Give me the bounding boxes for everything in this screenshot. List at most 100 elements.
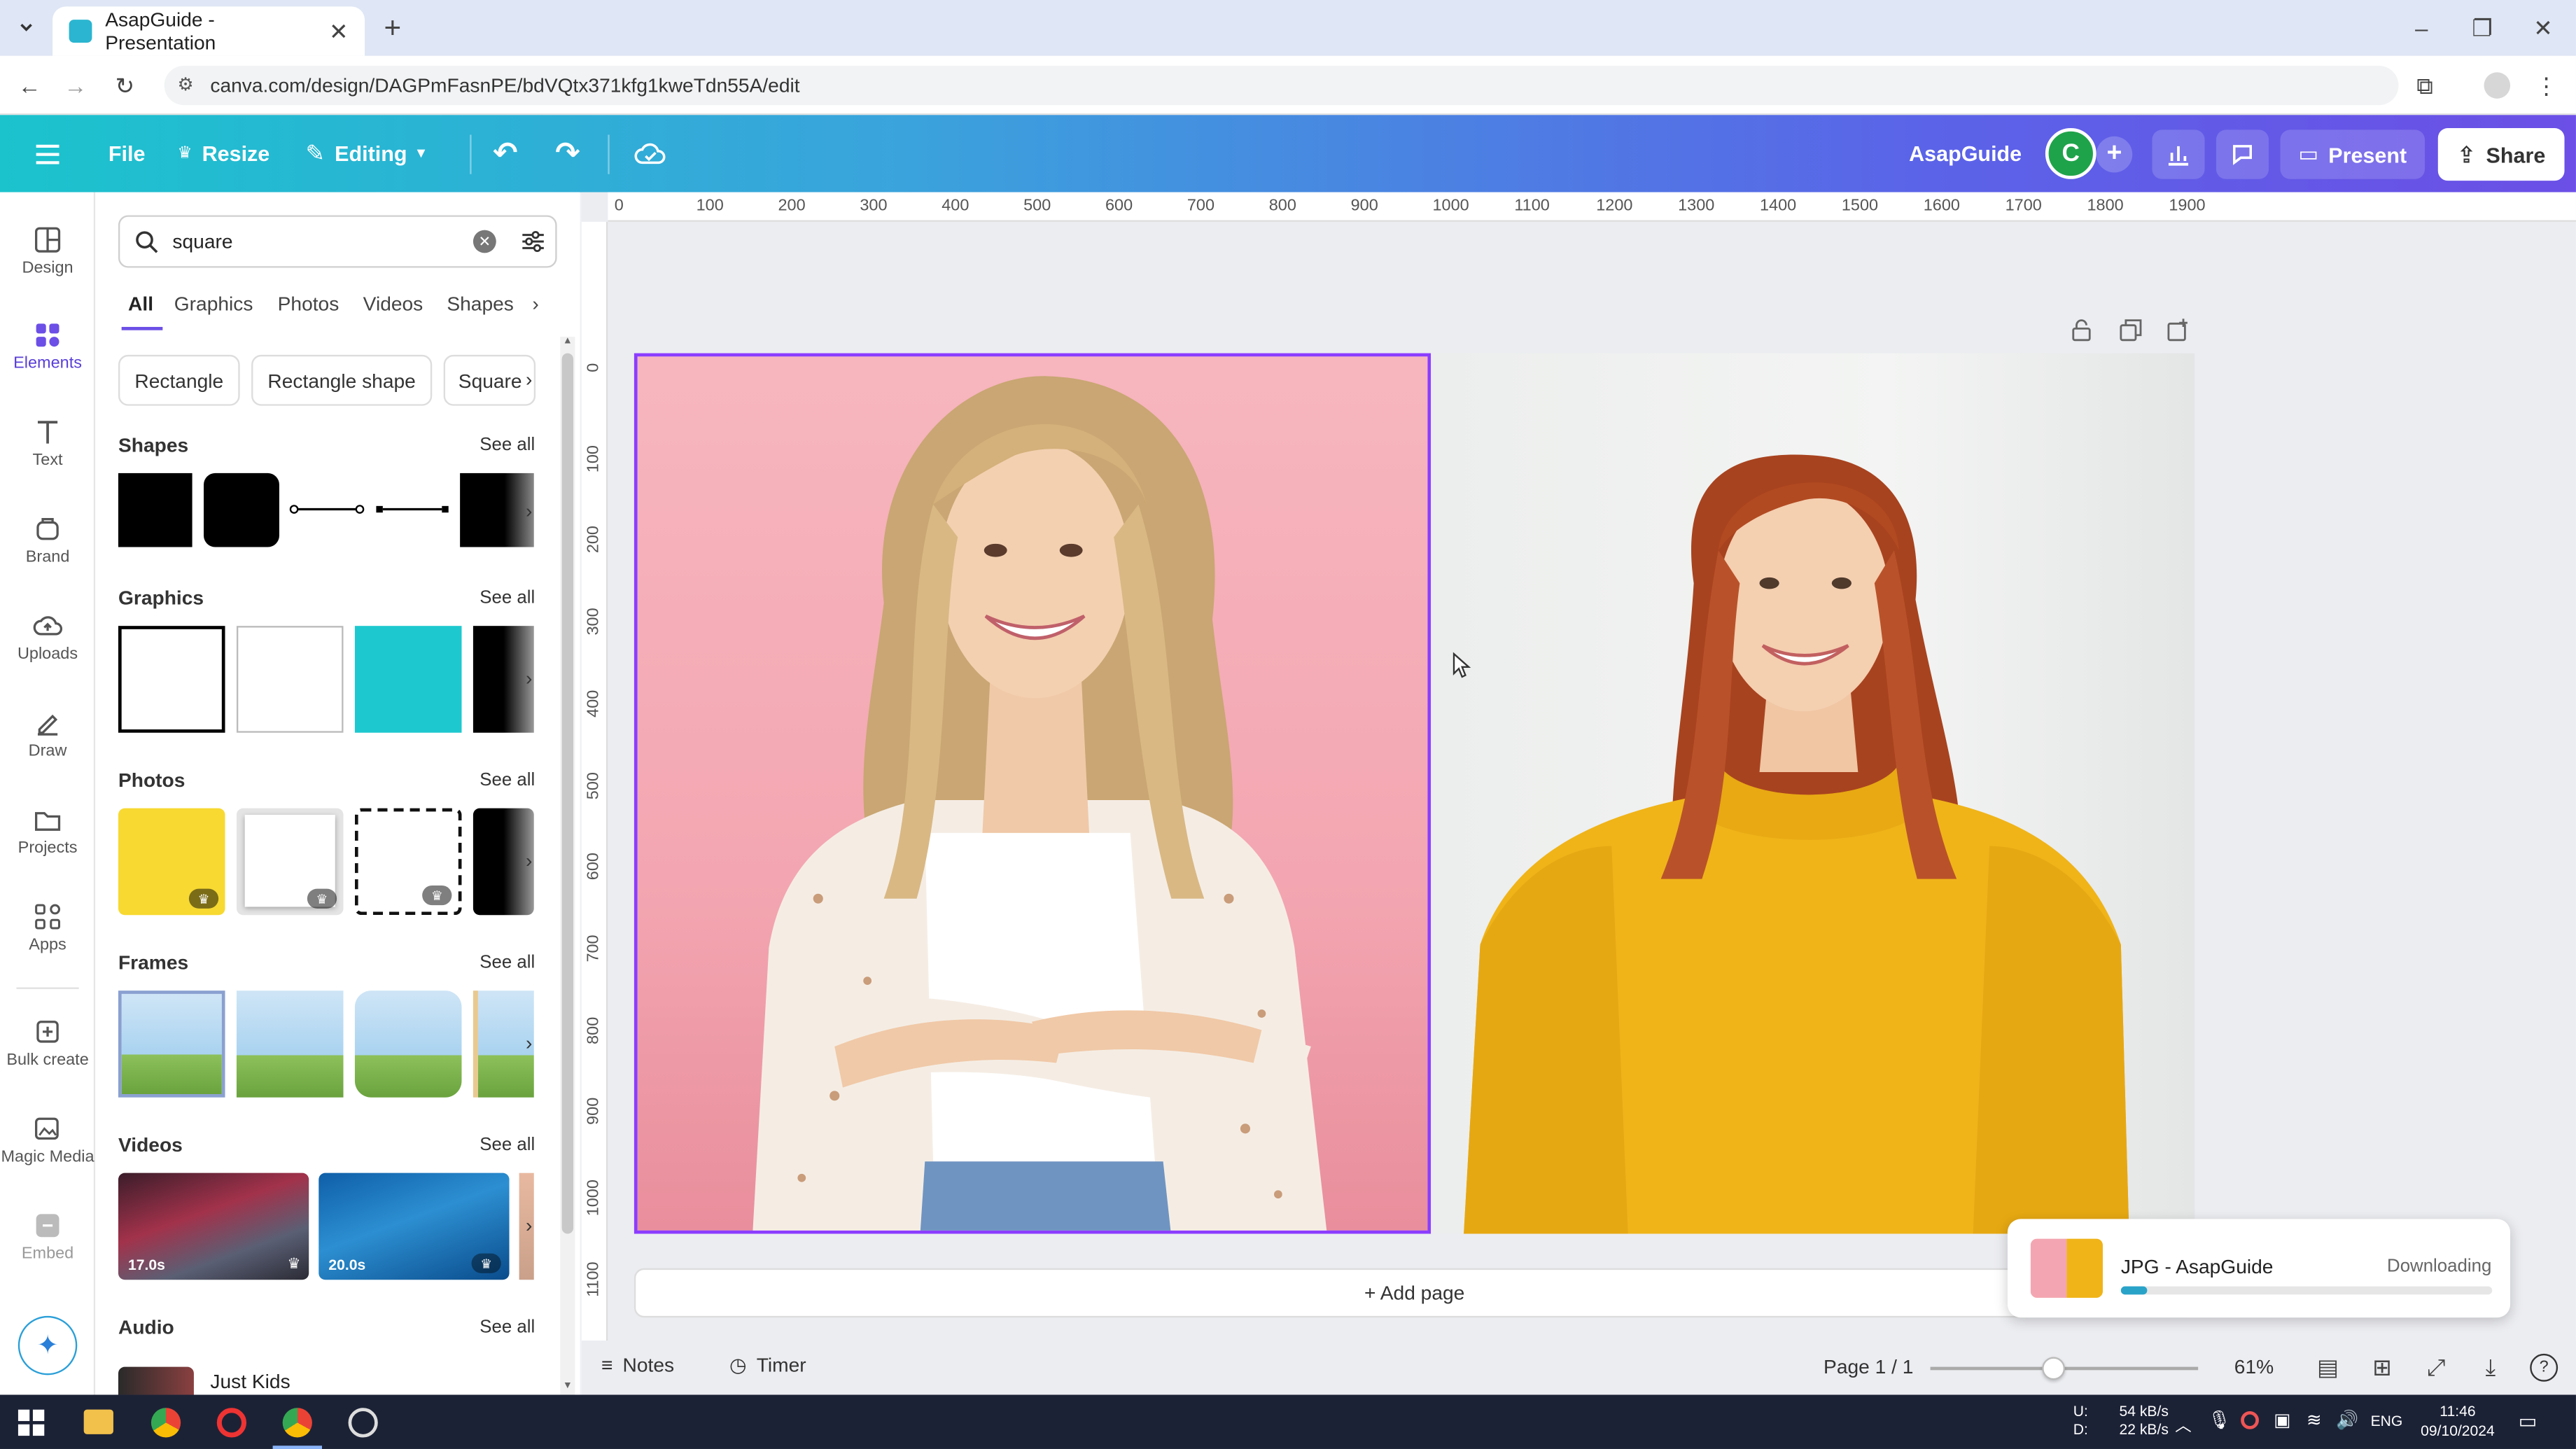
see-all-videos[interactable]: See all xyxy=(479,1135,535,1155)
panel-scrollbar-thumb[interactable] xyxy=(561,353,574,1234)
rail-text[interactable]: Text xyxy=(0,417,95,470)
language-indicator[interactable]: ENG xyxy=(2371,1413,2403,1429)
add-page-icon[interactable] xyxy=(2165,317,2192,344)
tab-graphics[interactable]: Graphics xyxy=(174,293,253,316)
see-all-shapes[interactable]: See all xyxy=(479,435,535,455)
photo-yellow-square[interactable]: ♛ xyxy=(118,808,225,916)
shape-square[interactable] xyxy=(118,472,192,547)
audio-track-title[interactable]: Just Kids xyxy=(210,1370,290,1393)
scroll-down-icon[interactable]: ▼ xyxy=(560,1382,575,1395)
photo-torn-paper[interactable]: ♛ xyxy=(354,808,462,916)
tab-list-chevron-icon[interactable] xyxy=(13,15,40,41)
see-all-frames[interactable]: See all xyxy=(479,953,535,972)
microphone-icon[interactable]: 🎙 xyxy=(2208,1410,2231,1431)
reload-icon[interactable]: ↻ xyxy=(112,71,139,99)
forward-icon[interactable]: → xyxy=(62,72,89,99)
opera-icon[interactable] xyxy=(216,1408,247,1438)
close-tab-icon[interactable]: ✕ xyxy=(329,18,349,46)
editing-mode-button[interactable]: ✎ Editing ▾ xyxy=(306,115,426,192)
help-icon[interactable]: ? xyxy=(2530,1353,2558,1382)
rail-projects[interactable]: Projects xyxy=(0,805,95,858)
shape-rounded-square[interactable] xyxy=(204,472,279,547)
video-city-rain[interactable]: 17.0s ♛ xyxy=(118,1172,309,1280)
minimize-icon[interactable]: – xyxy=(2409,15,2435,41)
cloud-save-icon[interactable] xyxy=(634,115,667,192)
notifications-icon[interactable]: ▭ xyxy=(2519,1410,2538,1433)
rail-embed[interactable]: Embed xyxy=(0,1211,95,1264)
clock[interactable]: 11:46 09/10/2024 xyxy=(2415,1401,2500,1441)
volume-icon[interactable]: 🔊 xyxy=(2336,1410,2358,1431)
project-name[interactable]: AsapGuide xyxy=(1909,115,2022,192)
video-blue-water[interactable]: 20.0s ♛ xyxy=(318,1172,510,1280)
tray-app-icon[interactable]: ▣ xyxy=(2274,1410,2290,1431)
recording-icon[interactable] xyxy=(2241,1410,2259,1429)
duplicate-page-icon[interactable] xyxy=(2118,317,2144,344)
frame-rounded[interactable] xyxy=(354,990,462,1098)
audio-cover[interactable] xyxy=(118,1366,194,1395)
search-input[interactable] xyxy=(172,226,452,257)
zoom-slider[interactable] xyxy=(1930,1357,2199,1380)
windows-start-icon[interactable] xyxy=(18,1409,45,1436)
redo-icon[interactable]: ↷ xyxy=(555,115,580,192)
file-explorer-icon[interactable] xyxy=(83,1409,113,1434)
zoom-value[interactable]: 61% xyxy=(2234,1355,2274,1378)
videos-next-chevron-icon[interactable]: › xyxy=(516,1212,542,1239)
tray-chevron-icon[interactable]: ︿ xyxy=(2175,1411,2191,1436)
rail-bulk-create[interactable]: Bulk create xyxy=(0,1017,95,1070)
magic-assistant-icon[interactable]: ✦ xyxy=(18,1315,78,1376)
graphic-teal-square[interactable] xyxy=(354,626,462,733)
frame-landscape[interactable] xyxy=(236,990,344,1098)
rail-elements[interactable]: Elements xyxy=(0,321,95,373)
undo-icon[interactable]: ↶ xyxy=(493,115,517,192)
rail-brand[interactable]: Brand xyxy=(0,514,95,567)
add-collaborator-icon[interactable]: + xyxy=(2096,136,2133,173)
add-page-button[interactable]: + Add page xyxy=(634,1268,2195,1318)
rail-uploads[interactable]: Uploads xyxy=(0,611,95,664)
site-info-icon[interactable]: ⚙ xyxy=(177,74,193,95)
chrome-icon[interactable] xyxy=(150,1408,181,1438)
tabs-next-chevron-icon[interactable]: › xyxy=(532,293,538,316)
obs-icon[interactable] xyxy=(348,1408,378,1438)
photo-woman-yellow-sweater[interactable] xyxy=(1431,353,2195,1234)
clear-search-icon[interactable]: ✕ xyxy=(472,230,496,253)
see-all-audio[interactable]: See all xyxy=(479,1317,535,1337)
photos-next-chevron-icon[interactable]: › xyxy=(516,848,542,874)
chrome-active-icon[interactable] xyxy=(282,1408,312,1438)
photo-woman-pink-background[interactable] xyxy=(634,353,1432,1234)
wifi-icon[interactable]: ≋ xyxy=(2306,1410,2322,1431)
page-indicator[interactable]: Page 1 / 1 xyxy=(1823,1355,1913,1378)
comment-icon[interactable] xyxy=(2216,130,2269,179)
fullscreen-icon[interactable]: ⤢ xyxy=(2423,1353,2450,1380)
tab-shapes[interactable]: Shapes xyxy=(447,293,514,316)
shape-line-circle-ends[interactable] xyxy=(289,496,365,523)
zoom-slider-handle[interactable] xyxy=(2042,1357,2066,1380)
chip-rectangle[interactable]: Rectangle xyxy=(118,354,240,406)
page-view-icon[interactable]: ▤ xyxy=(2315,1353,2342,1380)
shapes-next-chevron-icon[interactable]: › xyxy=(516,498,542,524)
scroll-up-icon[interactable]: ▲ xyxy=(560,337,575,350)
present-button[interactable]: ▭ Present xyxy=(2280,130,2426,179)
download-arrow-icon[interactable]: ⤓ xyxy=(2477,1353,2504,1380)
back-icon[interactable]: ← xyxy=(16,72,43,99)
main-menu-icon[interactable] xyxy=(33,115,62,192)
frame-square[interactable] xyxy=(118,990,225,1098)
chips-next-chevron-icon[interactable]: › xyxy=(516,366,542,393)
graphic-square-thin-outline[interactable] xyxy=(236,626,344,733)
new-tab-icon[interactable]: + xyxy=(378,10,407,43)
timer-button[interactable]: ◷ Timer xyxy=(729,1354,806,1377)
panel-scrollbar-track[interactable]: ▲ ▼ xyxy=(560,337,575,1395)
chip-rectangle-shape[interactable]: Rectangle shape xyxy=(251,354,433,406)
tab-videos[interactable]: Videos xyxy=(363,293,424,316)
rail-design[interactable]: Design xyxy=(0,225,95,278)
rail-magic-media[interactable]: Magic Media xyxy=(0,1114,95,1166)
browser-menu-icon[interactable]: ⋮ xyxy=(2533,71,2560,99)
rail-apps[interactable]: Apps xyxy=(0,902,95,955)
shape-line-square-ends[interactable] xyxy=(374,496,450,523)
lock-page-icon[interactable] xyxy=(2068,317,2095,344)
user-avatar[interactable]: C xyxy=(2045,128,2096,179)
rail-draw[interactable]: Draw xyxy=(0,708,95,761)
frames-next-chevron-icon[interactable]: › xyxy=(516,1030,542,1057)
tab-photos[interactable]: Photos xyxy=(278,293,340,316)
see-all-graphics[interactable]: See all xyxy=(479,588,535,608)
graphics-next-chevron-icon[interactable]: › xyxy=(516,665,542,692)
